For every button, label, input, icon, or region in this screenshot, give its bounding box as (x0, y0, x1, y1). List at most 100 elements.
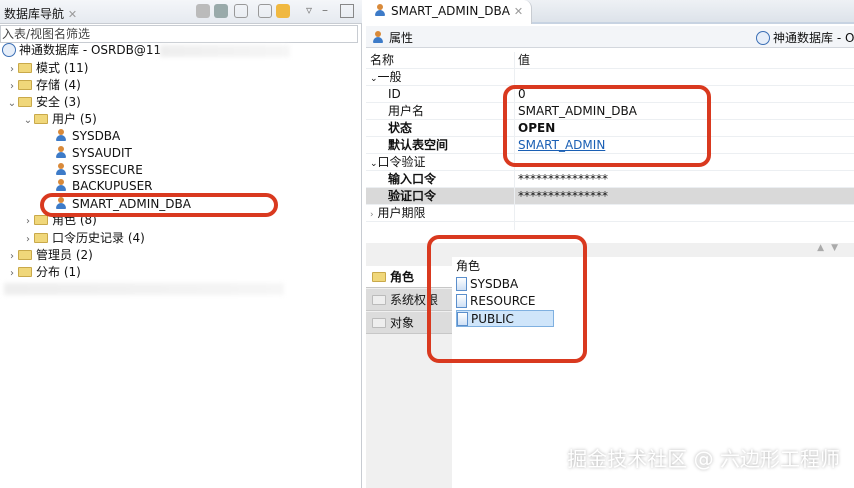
prop-value: *************** (518, 172, 608, 186)
tree-label: 存储 (4) (36, 78, 81, 92)
redacted-row (4, 283, 284, 295)
editor-tab-label: SMART_ADMIN_DBA (391, 4, 510, 18)
prop-name: 用户名 (388, 104, 425, 118)
folder-icon (372, 295, 386, 305)
chevron-right-icon[interactable]: › (370, 210, 374, 220)
redacted-host (160, 45, 290, 57)
tree-item-storage[interactable]: › 存储 (4) (6, 77, 81, 94)
prop-name: 默认表空间 (388, 138, 449, 152)
user-icon (55, 129, 67, 142)
new-connection-icon[interactable] (234, 4, 248, 18)
maximize-icon[interactable] (340, 4, 354, 18)
user-icon (55, 179, 67, 192)
database-navigator-panel: 数据库导航 ✕ ▿ – 入表/视图名筛选 神通数据库 - OSRDB@11 › 模… (0, 0, 362, 488)
folder-icon (372, 318, 386, 328)
folder-icon (18, 80, 32, 90)
tree-label: 分布 (1) (36, 265, 81, 279)
add-database-icon[interactable] (214, 4, 228, 18)
database-icon (2, 43, 16, 57)
prop-name: ID (388, 87, 401, 101)
tree-label: 口令历史记录 (4) (52, 231, 145, 245)
close-icon[interactable]: ✕ (68, 8, 77, 21)
tree-root-connection[interactable]: 神通数据库 - OSRDB@11 (2, 42, 161, 59)
tree-label: BACKUPUSER (72, 179, 153, 193)
prop-name: 验证口令 (388, 189, 437, 203)
col-value-header: 值 (518, 53, 531, 67)
col-name-header: 名称 (370, 53, 395, 67)
link-editor-icon[interactable] (276, 4, 290, 18)
tree-item-user[interactable]: SYSSECURE (55, 162, 143, 179)
connection-text: 神通数据库 - O (773, 31, 854, 45)
tree-label: SYSAUDIT (72, 146, 132, 160)
folder-icon (18, 97, 32, 107)
chevron-right-icon[interactable]: › (6, 248, 18, 265)
annotation-highlight-user (40, 193, 278, 217)
table-view-filter-input[interactable]: 入表/视图名筛选 (0, 25, 358, 43)
chevron-down-icon[interactable]: ⌄ (370, 159, 378, 169)
prop-name: 状态 (388, 121, 413, 135)
editor-subtab-bar: 属性 神通数据库 - O (366, 26, 854, 48)
tree-label: 管理员 (2) (36, 248, 93, 262)
folder-icon (18, 267, 32, 277)
side-tab-label: 对象 (390, 316, 415, 330)
chevron-right-icon[interactable]: › (22, 213, 34, 230)
chevron-right-icon[interactable]: › (6, 78, 18, 95)
chevron-right-icon[interactable]: › (6, 265, 18, 282)
tree-label: 神通数据库 - OSRDB@11 (19, 43, 162, 57)
view-menu-icon[interactable]: ▿ (306, 3, 312, 17)
tree-item-user[interactable]: SYSAUDIT (55, 145, 132, 162)
tree-item-password-history[interactable]: › 口令历史记录 (4) (22, 230, 145, 247)
group-label: 一般 (377, 70, 402, 84)
subtab-label: 属性 (389, 31, 414, 45)
chevron-right-icon[interactable]: › (22, 231, 34, 248)
tree-label: 模式 (11) (36, 61, 89, 75)
folder-icon (372, 272, 386, 282)
chevron-down-icon[interactable]: ⌄ (6, 95, 18, 112)
tree-label: SYSSECURE (72, 163, 143, 177)
connection-label[interactable]: 神通数据库 - O (756, 29, 854, 46)
tree-item-users[interactable]: ⌄ 用户 (5) (22, 111, 97, 128)
tree-label: SYSDBA (72, 129, 121, 143)
group-expiry[interactable]: › 用户期限 (366, 205, 854, 222)
tree-label: 安全 (3) (36, 95, 81, 109)
folder-icon (34, 233, 48, 243)
user-icon (55, 163, 67, 176)
prop-value: *************** (518, 189, 608, 203)
users-folder-icon (34, 114, 48, 124)
scroll-up-icon[interactable]: ▲ (817, 243, 824, 253)
collapse-all-icon[interactable] (258, 4, 272, 18)
user-icon (372, 31, 384, 44)
close-icon[interactable]: ✕ (514, 5, 523, 18)
tree-label: 用户 (5) (52, 112, 97, 126)
editor-tab-bar: SMART_ADMIN_DBA ✕ (366, 0, 854, 24)
annotation-highlight-properties (503, 85, 711, 167)
annotation-highlight-roles (427, 235, 587, 363)
navigator-tab[interactable]: 数据库导航 ✕ (4, 5, 77, 22)
folder-icon (18, 63, 32, 73)
minimize-icon[interactable]: – (322, 3, 328, 17)
chevron-down-icon[interactable]: ⌄ (22, 112, 34, 129)
tree-item-distribution[interactable]: › 分布 (1) (6, 264, 81, 281)
prop-row-password[interactable]: 输入口令 *************** (366, 171, 854, 188)
navigator-title: 数据库导航 (4, 7, 65, 21)
group-label: 口令验证 (377, 155, 426, 169)
db-settings-icon[interactable] (196, 4, 210, 18)
prop-row-confirm-password[interactable]: 验证口令 *************** (366, 188, 854, 205)
tree-item-schemas[interactable]: › 模式 (11) (6, 60, 88, 77)
tree-item-security[interactable]: ⌄ 安全 (3) (6, 94, 81, 111)
tree-item-admins[interactable]: › 管理员 (2) (6, 247, 93, 264)
properties-header: 名称 值 (366, 52, 854, 69)
database-icon (756, 31, 770, 45)
folder-icon (18, 250, 32, 260)
chevron-down-icon[interactable]: ⌄ (370, 74, 378, 84)
folder-icon (34, 215, 48, 225)
user-icon (55, 146, 67, 159)
group-label: 用户期限 (377, 206, 426, 220)
prop-name: 输入口令 (388, 172, 437, 186)
tree-item-user[interactable]: SYSDBA (55, 128, 120, 145)
group-general[interactable]: ⌄一般 (366, 69, 854, 86)
subtab-properties[interactable]: 属性 (372, 29, 413, 46)
scroll-down-icon[interactable]: ▼ (831, 243, 838, 253)
chevron-right-icon[interactable]: › (6, 61, 18, 78)
editor-tab-smart-admin-dba[interactable]: SMART_ADMIN_DBA ✕ (366, 0, 533, 24)
